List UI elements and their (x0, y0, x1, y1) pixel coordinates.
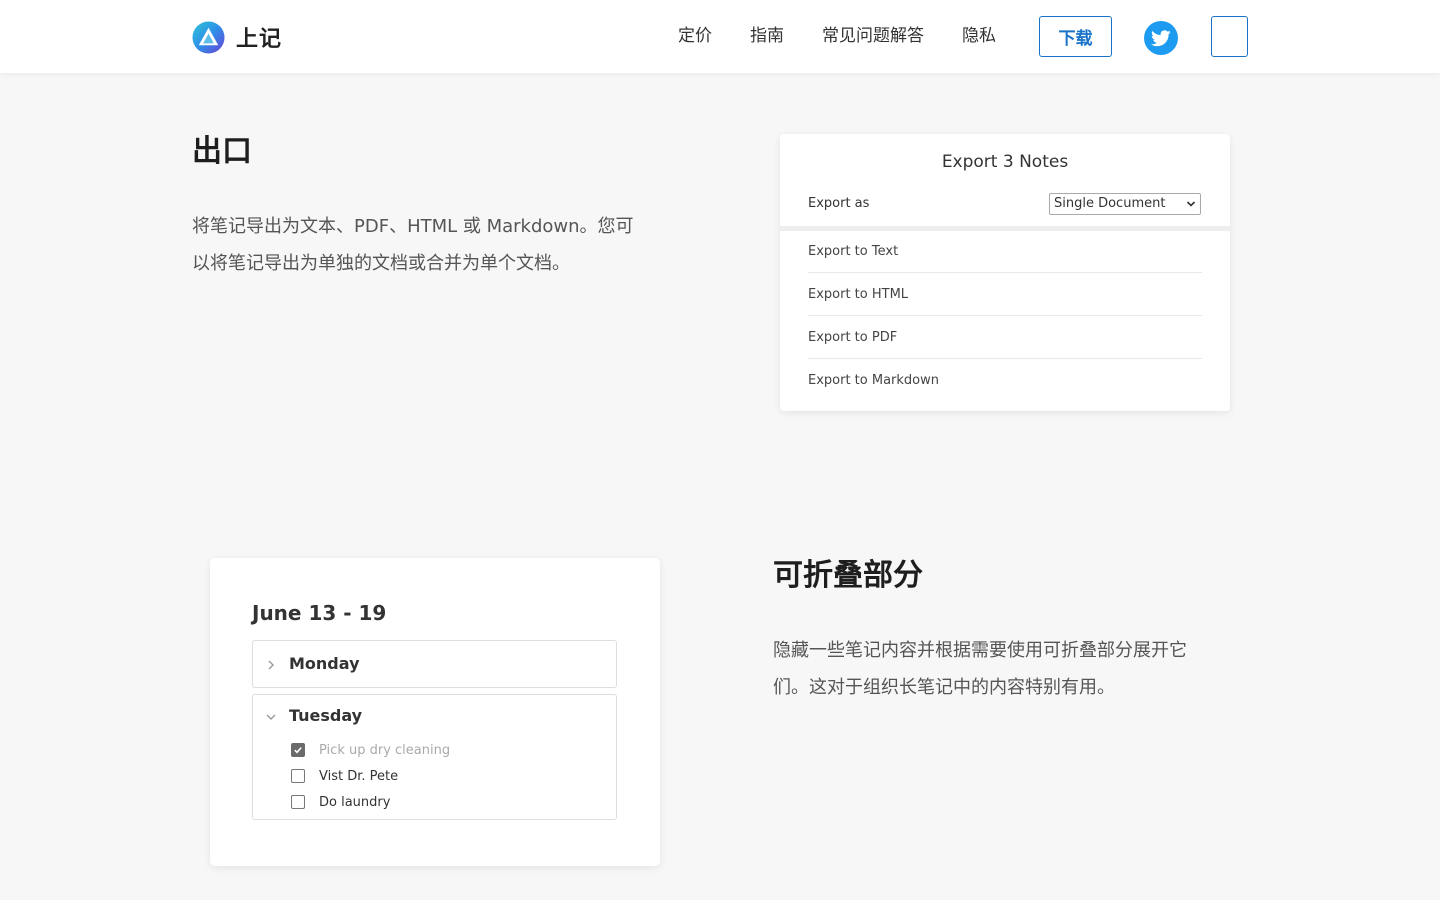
todo-item: Pick up dry cleaning (291, 741, 450, 759)
twitter-link[interactable] (1144, 21, 1178, 55)
app-logo-icon (192, 20, 225, 54)
brand-name: 上记 (236, 27, 283, 52)
nav-link-privacy[interactable]: 隐私 (962, 24, 996, 48)
site-header: 上记 定价 指南 常见问题解答 隐私 下载 (0, 0, 1440, 73)
fold-section-title: 可折叠部分 (773, 558, 923, 593)
brand[interactable]: 上记 (192, 20, 282, 54)
fold-day-label: Tuesday (289, 706, 363, 725)
export-to-text-item[interactable]: Export to Text (808, 230, 1202, 273)
check-icon (294, 747, 302, 754)
top-nav: 定价 指南 常见问题解答 隐私 (678, 24, 996, 48)
chevron-down-icon[interactable] (265, 711, 277, 723)
fold-section-desc-line1: 隐藏一些笔记内容并根据需要使用可折叠部分展开它 (773, 640, 1187, 661)
nav-link-pricing[interactable]: 定价 (678, 24, 712, 48)
export-to-pdf-item[interactable]: Export to PDF (808, 316, 1202, 359)
fold-day-label: Monday (289, 654, 360, 673)
todo-item: Vist Dr. Pete (291, 767, 398, 785)
export-section-desc-line1: 将笔记导出为文本、PDF、HTML 或 Markdown。您可 (192, 216, 634, 237)
note-heading: June 13 - 19 (252, 601, 387, 625)
export-format-select-value: Single Document (1054, 196, 1166, 211)
todo-text: Do laundry (319, 794, 391, 810)
chevron-right-icon[interactable] (265, 659, 277, 671)
export-format-select[interactable]: Single Document (1049, 193, 1201, 215)
export-to-markdown-item[interactable]: Export to Markdown (808, 359, 1202, 402)
todo-text: Vist Dr. Pete (319, 768, 399, 784)
twitter-icon (1151, 29, 1171, 46)
todo-item: Do laundry (291, 793, 390, 811)
export-section-title: 出口 (192, 134, 252, 169)
nav-link-faq[interactable]: 常见问题解答 (822, 24, 924, 48)
fold-section-desc-line2: 们。这对于组织长笔记中的内容特别有用。 (773, 677, 1115, 698)
checkbox-unchecked[interactable] (291, 769, 305, 783)
export-to-html-item[interactable]: Export to HTML (808, 273, 1202, 316)
menu-button[interactable] (1211, 16, 1248, 57)
export-section-desc-line2: 以将笔记导出为单独的文档或合并为单个文档。 (192, 253, 570, 274)
foldable-note-card: June 13 - 19 Monday Tuesday Pick up dry … (210, 558, 660, 866)
export-dialog-card: Export 3 Notes Export as Single Document… (780, 134, 1230, 411)
export-as-label: Export as (808, 196, 870, 211)
fold-section-monday[interactable]: Monday (252, 640, 617, 688)
nav-link-guide[interactable]: 指南 (750, 24, 784, 48)
checkbox-unchecked[interactable] (291, 795, 305, 809)
chevron-down-icon (1186, 201, 1196, 207)
export-dialog-title: Export 3 Notes (941, 152, 1069, 172)
download-button[interactable]: 下载 (1039, 16, 1112, 57)
todo-text: Pick up dry cleaning (319, 742, 451, 758)
checkbox-checked[interactable] (291, 743, 305, 757)
fold-section-tuesday[interactable]: Tuesday Pick up dry cleaning Vist Dr. Pe… (252, 694, 617, 820)
